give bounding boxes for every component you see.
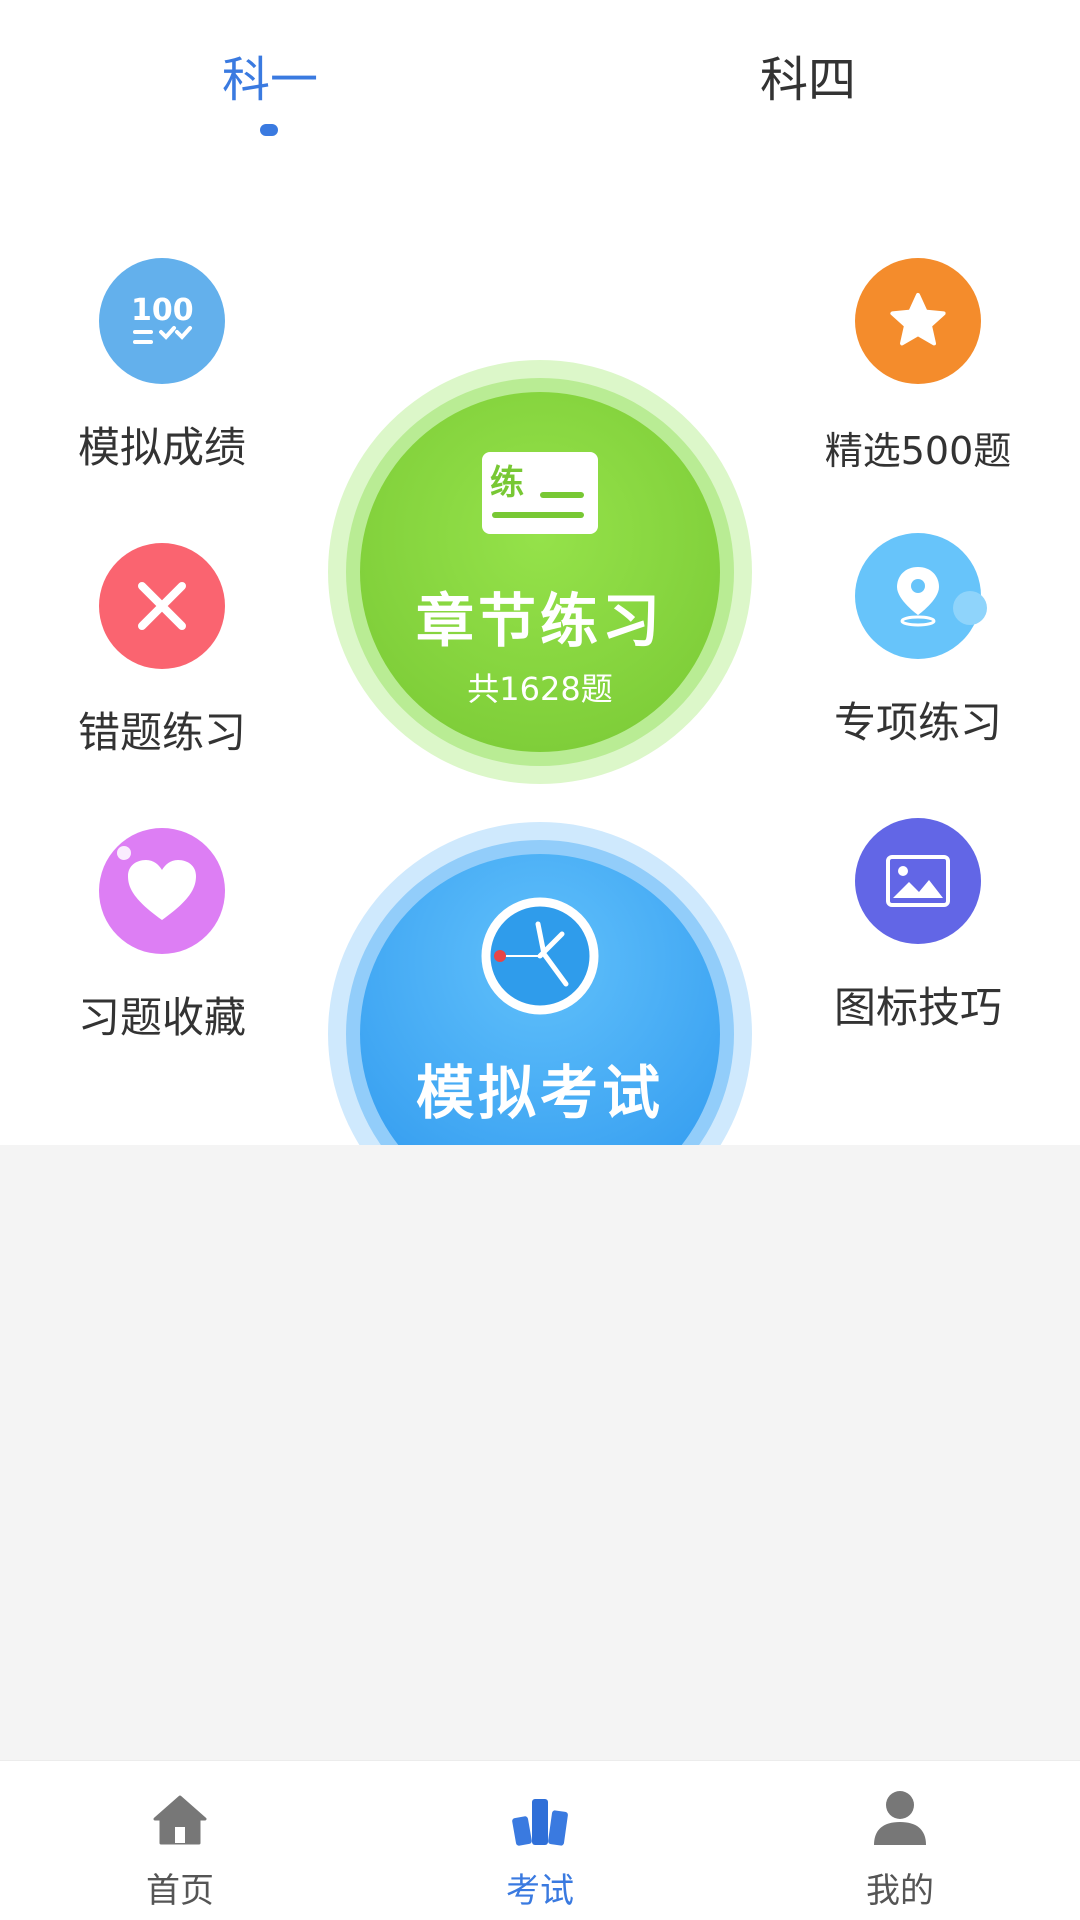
selected-500-label: 精选500题: [824, 429, 1012, 473]
nav-mine-label: 我的: [866, 1871, 934, 1911]
content-empty-area: [0, 1145, 1080, 1760]
practice-card-icon: 练: [480, 450, 600, 540]
sign-tips-button[interactable]: 图标技巧: [778, 818, 1058, 1035]
nav-home-label: 首页: [146, 1871, 214, 1911]
image-icon: [855, 818, 981, 944]
sign-tips-label: 图标技巧: [833, 983, 1002, 1032]
user-icon: [790, 1783, 1010, 1847]
home-icon: [70, 1783, 290, 1847]
close-x-icon: [99, 543, 225, 669]
chapter-practice-button[interactable]: 练 章节练习 共1628题: [328, 360, 752, 784]
selected-500-button[interactable]: 精选500题: [778, 258, 1058, 475]
score-100-icon: 100: [99, 258, 225, 384]
wrong-questions-button[interactable]: 错题练习: [22, 543, 302, 760]
special-practice-label: 专项练习: [833, 698, 1002, 747]
bottom-nav: 首页 考试 我的: [0, 1760, 1080, 1920]
tab-subject-1[interactable]: 科一: [170, 40, 370, 110]
chapter-practice-title: 章节练习: [415, 587, 664, 655]
favorites-label: 习题收藏: [77, 993, 246, 1042]
nav-exam[interactable]: 考试: [430, 1761, 650, 1920]
location-pin-icon: [855, 533, 987, 659]
star-icon: [855, 258, 981, 384]
subject-tabs: 科一 科四: [0, 0, 1080, 150]
nav-home[interactable]: 首页: [70, 1761, 290, 1920]
wrong-questions-label: 错题练习: [77, 708, 246, 757]
chapter-practice-count: 共1628题: [467, 670, 613, 708]
practice-card-char: 练: [490, 463, 524, 503]
main-panel: 100 模拟成绩 错题练习 习题收藏 精选500题 专项练习 图标技巧 练 章节…: [0, 150, 1080, 1246]
favorites-button[interactable]: 习题收藏: [22, 828, 302, 1045]
nav-exam-label: 考试: [506, 1871, 574, 1911]
heart-icon: [99, 828, 225, 954]
nav-mine[interactable]: 我的: [790, 1761, 1010, 1920]
active-tab-indicator: [260, 124, 278, 136]
tab-subject-4[interactable]: 科四: [708, 40, 908, 110]
clock-icon: [478, 894, 602, 1022]
exam-chart-icon: [430, 1783, 650, 1847]
mock-score-label: 模拟成绩: [77, 423, 246, 472]
mock-exam-title: 模拟考试: [415, 1059, 664, 1127]
mock-score-button[interactable]: 100 模拟成绩: [22, 258, 302, 475]
special-practice-button[interactable]: 专项练习: [778, 533, 1058, 750]
svg-text:100: 100: [131, 293, 194, 328]
